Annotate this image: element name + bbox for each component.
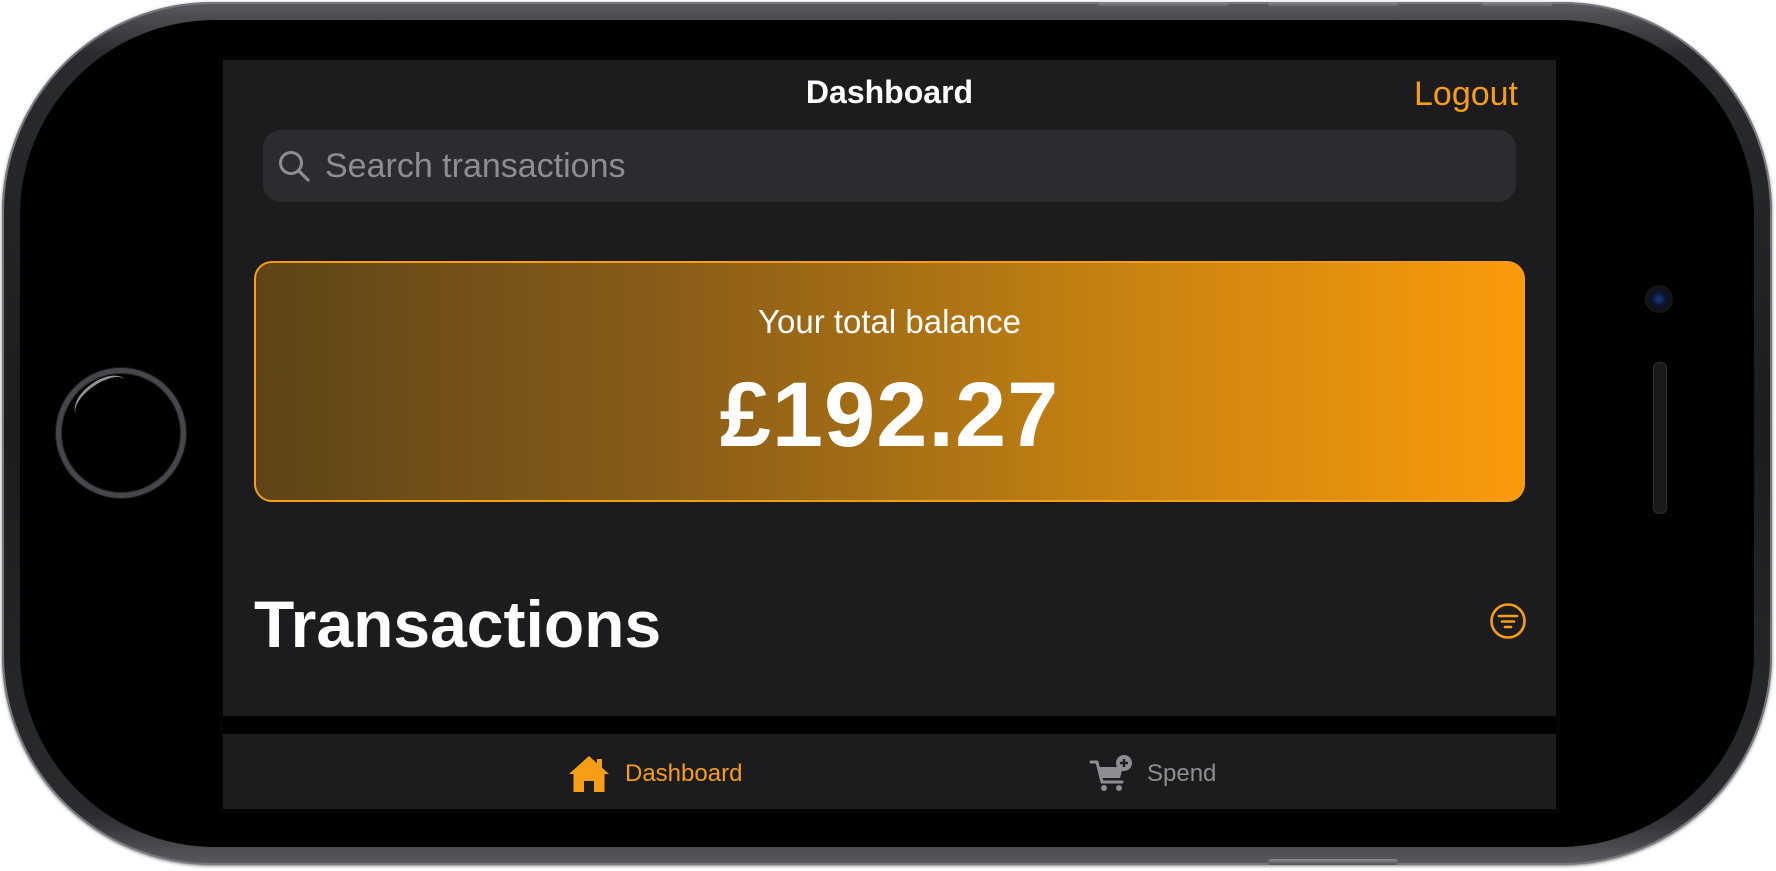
tab-dashboard-label: Dashboard [625, 759, 743, 787]
tab-bar: Dashboard Spend [223, 734, 1556, 809]
balance-card: Your total balance £192.27 [254, 261, 1525, 502]
search-bar[interactable] [263, 130, 1516, 202]
balance-amount: £192.27 [719, 364, 1060, 466]
tab-spend-label: Spend [1147, 759, 1217, 787]
tab-dashboard[interactable]: Dashboard [567, 734, 743, 809]
search-icon [279, 151, 310, 182]
cart-add-icon [1089, 754, 1132, 791]
tab-spend[interactable]: Spend [1089, 734, 1217, 809]
filter-icon[interactable] [1489, 602, 1527, 640]
front-camera [1645, 285, 1673, 313]
app-screen: Dashboard Logout Your total balance £192… [219, 56, 1560, 813]
logout-button[interactable]: Logout [1414, 75, 1518, 114]
volume-button [1268, 2, 1398, 8]
volume-button [1098, 2, 1228, 8]
list-divider [223, 716, 1556, 734]
home-icon [569, 755, 609, 792]
earpiece-speaker [1653, 362, 1667, 514]
page-title: Dashboard [805, 74, 974, 110]
balance-label: Your total balance [758, 303, 1021, 340]
search-input[interactable] [323, 145, 1477, 187]
home-button[interactable] [56, 368, 186, 498]
silent-switch [1482, 2, 1552, 8]
transactions-heading: Transactions [254, 587, 662, 661]
power-button [1268, 859, 1398, 865]
